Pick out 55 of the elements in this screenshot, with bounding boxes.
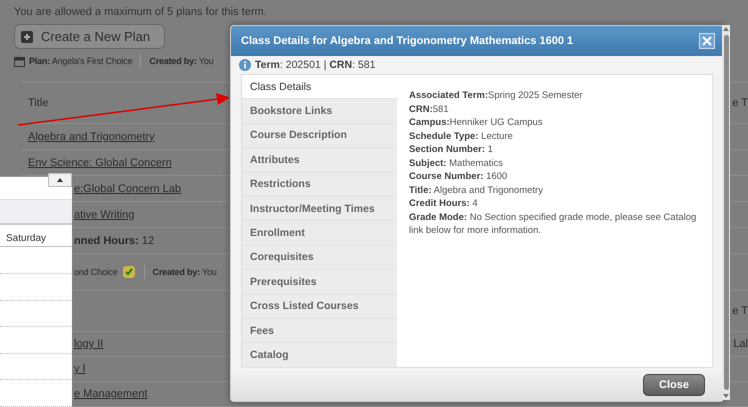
column-header: e T (732, 305, 748, 317)
table-cell: Lal (733, 338, 748, 350)
details-tab[interactable]: Restrictions (242, 172, 397, 197)
up-arrow-icon (57, 178, 63, 182)
detail-line: CRN:581 (409, 102, 450, 116)
scroll-up-icon[interactable] (723, 27, 729, 31)
details-tab[interactable]: Attributes (242, 148, 397, 173)
term-info: Term: 202501 | CRN: 581 (255, 59, 376, 71)
course-link[interactable]: e Management (74, 388, 148, 400)
course-link[interactable]: Env Science: Global Concern (28, 156, 172, 168)
course-link[interactable]: e:Global Concern Lab (74, 182, 182, 194)
details-tab[interactable]: Cross Listed Courses (242, 294, 397, 319)
plan-limit-notice: You are allowed a maximum of 5 plans for this term. (14, 6, 267, 18)
check-badge-icon (122, 265, 136, 279)
scrollbar[interactable] (722, 25, 730, 400)
close-icon (702, 36, 712, 46)
created-by-label: Created by: You (149, 56, 214, 66)
detail-line: Section Number: 1 (409, 143, 494, 156)
detail-line: Schedule Type: Lecture (409, 130, 514, 143)
column-header: e T (732, 97, 748, 109)
details-tab[interactable]: Corequisites (242, 246, 397, 270)
detail-line: Title: Algebra and Trigonometry (409, 184, 544, 197)
close-dialog-button[interactable]: Close (643, 374, 705, 396)
detail-line: Associated Term:Spring 2025 Semester (409, 89, 584, 102)
details-tab[interactable]: Prerequisites (242, 270, 397, 295)
details-tab[interactable]: Enrollment (242, 221, 397, 246)
plan-name: ond Choice (73, 267, 118, 277)
column-header: Saturday (0, 225, 72, 248)
create-plan-button[interactable]: Create a New Plan (14, 24, 166, 49)
scroll-down-icon[interactable] (723, 394, 729, 398)
calendar-icon (14, 56, 25, 66)
created-by-label: Created by: You (152, 267, 217, 277)
course-link[interactable]: y I (74, 363, 86, 375)
column-header: Title (28, 97, 48, 109)
detail-line: Subject: Mathematics (409, 156, 504, 170)
dialog-title: Class Details for Algebra and Trigonometry Mathematics 1600 1 (241, 35, 574, 47)
course-link[interactable]: logy II (74, 338, 104, 350)
details-tab[interactable]: Fees (242, 318, 397, 344)
detail-line: Course Number: 1600 (409, 170, 508, 184)
plus-icon (21, 30, 33, 42)
details-tab[interactable]: Bookstore Links (242, 99, 397, 124)
close-button[interactable] (699, 33, 715, 49)
detail-line: Grade Mode: No Section specified grade mode, please see Catalog link below for more information. (409, 210, 698, 238)
info-icon (239, 59, 251, 71)
course-link[interactable]: Algebra and Trigonometry (28, 130, 155, 142)
plan-label: Plan: Angela's First Choice (29, 56, 132, 66)
details-tab[interactable]: Instructor/Meeting Times (242, 196, 397, 222)
planned-hours: nned Hours: 12 (74, 234, 154, 246)
detail-line: Campus:Henniker UG Campus (409, 116, 544, 130)
details-tab[interactable]: Course Description (242, 124, 397, 148)
detail-line: Credit Hours: 4 (409, 197, 479, 210)
course-link[interactable]: ative Writing (74, 208, 134, 220)
scroll-up-button[interactable] (48, 173, 72, 187)
details-tab[interactable]: Catalog (242, 343, 397, 368)
calendar-header-band (0, 200, 72, 226)
